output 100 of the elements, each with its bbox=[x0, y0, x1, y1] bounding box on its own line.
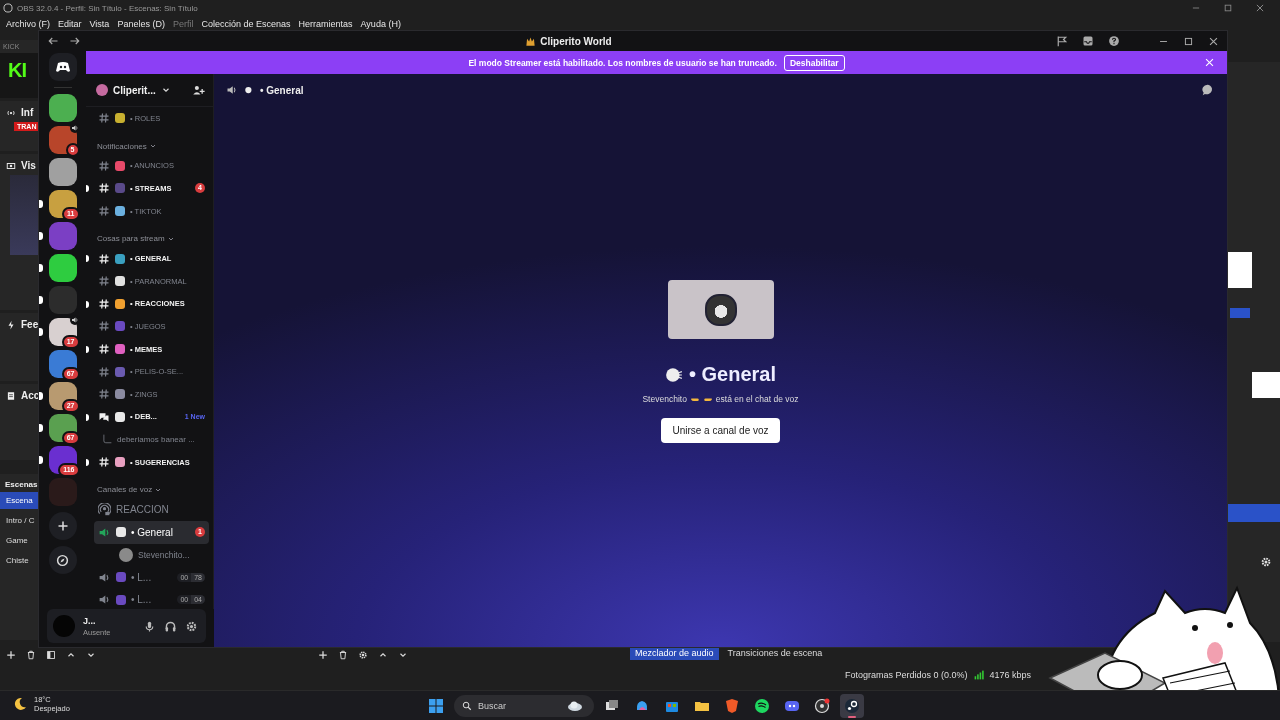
menu-item[interactable]: Colección de Escenas bbox=[201, 19, 291, 29]
inbox-icon[interactable] bbox=[1082, 35, 1094, 47]
scene-item[interactable]: Intro / C bbox=[0, 512, 38, 529]
menu-item[interactable]: Vista bbox=[89, 19, 110, 29]
hash-icon bbox=[98, 112, 110, 125]
compass-icon bbox=[56, 553, 69, 567]
recorder-icon bbox=[814, 698, 830, 714]
close-icon[interactable] bbox=[1208, 35, 1219, 47]
add-user-icon[interactable] bbox=[192, 83, 205, 97]
server-icon[interactable] bbox=[48, 126, 77, 154]
signal-icon bbox=[973, 670, 984, 680]
server-icon bbox=[96, 84, 108, 96]
panel-title: Escenas bbox=[4, 480, 38, 489]
logo-text: KI bbox=[7, 58, 27, 82]
search-field[interactable]: Buscar bbox=[454, 695, 594, 717]
controller-icon bbox=[54, 59, 71, 75]
microphone-icon[interactable] bbox=[143, 619, 156, 633]
windows-icon bbox=[428, 698, 444, 714]
search-icon bbox=[462, 701, 472, 711]
preview-thumbnail bbox=[1252, 372, 1280, 398]
disable-button[interactable]: Deshabilitar bbox=[783, 54, 845, 71]
chat-icon[interactable] bbox=[1201, 83, 1215, 97]
join-voice-button[interactable]: Unirse a canal de voz bbox=[661, 418, 780, 443]
add-icon[interactable] bbox=[318, 650, 328, 660]
home-button[interactable] bbox=[48, 53, 77, 81]
scene-item[interactable]: Escena bbox=[0, 492, 38, 509]
scene-item[interactable]: Game bbox=[0, 532, 38, 549]
server-icon[interactable] bbox=[48, 350, 77, 378]
category-header[interactable]: Cosas para stream bbox=[94, 222, 209, 248]
user-name: J... bbox=[83, 615, 97, 626]
delete-icon[interactable] bbox=[338, 650, 348, 660]
shield-icon bbox=[724, 698, 740, 714]
taskbar-app[interactable] bbox=[840, 694, 864, 718]
filter-icon[interactable] bbox=[46, 650, 56, 660]
voice-user[interactable]: Stevenchito... bbox=[94, 543, 209, 567]
add-server-button[interactable] bbox=[48, 512, 77, 540]
stage-channel[interactable]: REACCION bbox=[94, 498, 209, 521]
dock-title: Acc bbox=[21, 390, 40, 401]
restore-icon[interactable] bbox=[1223, 3, 1233, 13]
menu-item[interactable]: Herramientas bbox=[298, 19, 353, 29]
settings-icon[interactable] bbox=[185, 619, 198, 633]
selection-bar bbox=[1228, 504, 1280, 522]
category-header[interactable]: Notificaciones bbox=[94, 129, 209, 155]
panel-tab[interactable]: Transiciones de escena bbox=[722, 646, 828, 660]
hash-icon bbox=[98, 205, 110, 218]
server-icon[interactable] bbox=[48, 94, 77, 122]
dock-icon bbox=[6, 160, 16, 171]
hash-icon bbox=[98, 275, 110, 288]
server-icon[interactable] bbox=[48, 254, 77, 282]
close-icon[interactable] bbox=[1255, 3, 1265, 13]
avatar bbox=[119, 547, 133, 562]
flag-icon[interactable] bbox=[1056, 35, 1068, 47]
server-name[interactable]: Cliperit... bbox=[113, 84, 156, 96]
bitrate: 4176 kbps bbox=[989, 670, 1032, 680]
server-icon bbox=[525, 35, 537, 47]
back-icon[interactable] bbox=[47, 35, 59, 47]
hash-icon bbox=[98, 252, 110, 265]
dock-icon bbox=[6, 319, 16, 330]
hash-icon bbox=[98, 159, 110, 172]
server-icon[interactable] bbox=[48, 158, 77, 186]
speaker-icon bbox=[226, 84, 238, 96]
moon-icon bbox=[12, 696, 28, 712]
dock-title: Fee bbox=[21, 319, 39, 330]
menu-item[interactable]: Paneles (D) bbox=[117, 19, 165, 29]
category-header[interactable]: Canales de voz bbox=[94, 473, 209, 499]
hash-icon bbox=[98, 388, 110, 401]
channel-title: • General bbox=[260, 84, 304, 96]
emoji-icon bbox=[664, 365, 683, 384]
avatar bbox=[704, 293, 737, 326]
discover-button[interactable] bbox=[48, 546, 77, 574]
menu-item[interactable]: Editar bbox=[58, 19, 82, 29]
hash-icon bbox=[98, 320, 110, 333]
hash-icon bbox=[98, 182, 110, 195]
menu-item[interactable]: Ayuda (H) bbox=[360, 19, 401, 29]
menu-item[interactable]: Archivo (F) bbox=[6, 19, 50, 29]
settings-icon[interactable] bbox=[1260, 556, 1272, 568]
settings-icon[interactable] bbox=[358, 650, 368, 660]
server-icon[interactable] bbox=[48, 414, 77, 442]
delete-icon[interactable] bbox=[26, 650, 36, 660]
plus-icon bbox=[56, 520, 69, 532]
dock-icon bbox=[6, 390, 16, 401]
maximize-icon[interactable] bbox=[1183, 35, 1194, 47]
chat-app-icon bbox=[784, 698, 800, 714]
headset-icon[interactable] bbox=[164, 619, 177, 633]
voice-channel-title: • General bbox=[688, 363, 776, 386]
thread-item[interactable]: deberiamos banear ... bbox=[94, 428, 209, 451]
help-icon[interactable] bbox=[1108, 35, 1120, 47]
music-icon bbox=[754, 698, 770, 714]
scene-item[interactable]: Chiste bbox=[0, 552, 38, 569]
hash-icon bbox=[98, 365, 110, 378]
app-logo-icon bbox=[3, 3, 13, 13]
hash-icon bbox=[98, 297, 110, 310]
window-title: OBS 32.0.4 - Perfil: Sin Título - Escenas: Sin Título bbox=[17, 3, 198, 13]
window-title: Cliperito World bbox=[540, 35, 612, 47]
dropped-frames: Fotogramas Perdidos 0 (0.0%) bbox=[845, 670, 968, 680]
emoji-icon bbox=[244, 85, 254, 95]
forward-icon[interactable] bbox=[69, 35, 81, 47]
selection-bar bbox=[1230, 308, 1250, 318]
preview-thumbnail bbox=[1228, 252, 1252, 288]
add-icon[interactable] bbox=[6, 650, 16, 660]
